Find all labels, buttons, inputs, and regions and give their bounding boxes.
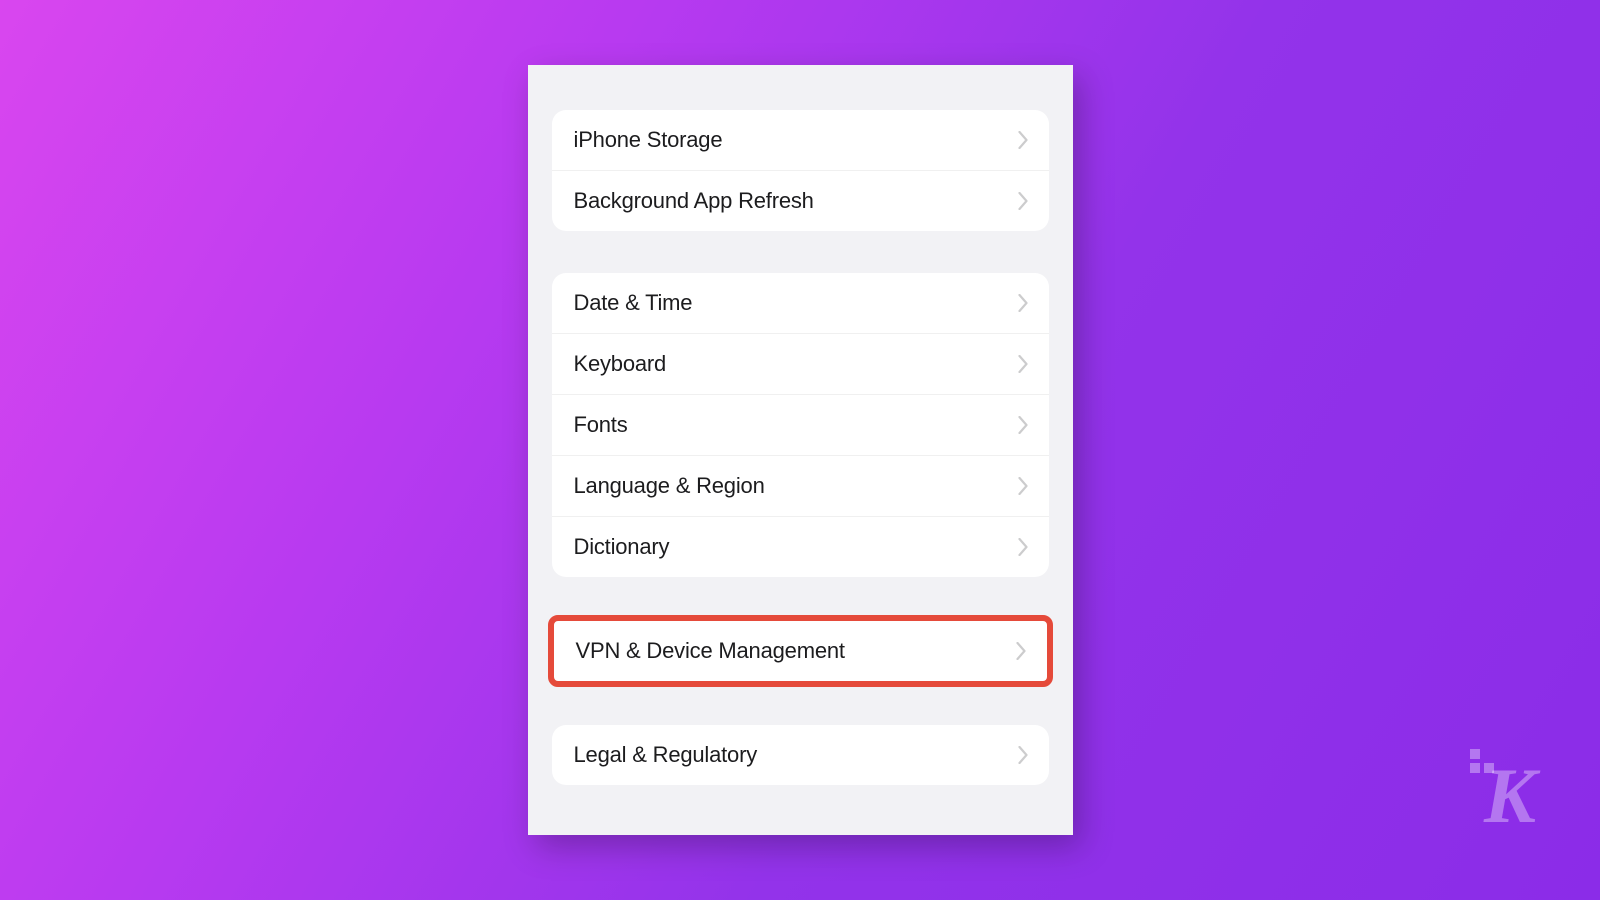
row-legal-regulatory[interactable]: Legal & Regulatory xyxy=(552,725,1049,785)
chevron-right-icon xyxy=(1016,642,1027,660)
row-vpn-device-management[interactable]: VPN & Device Management xyxy=(554,621,1047,681)
watermark: K xyxy=(1484,757,1530,835)
chevron-right-icon xyxy=(1018,355,1029,373)
chevron-right-icon xyxy=(1018,131,1029,149)
settings-group-vpn: VPN & Device Management xyxy=(548,615,1053,687)
row-fonts[interactable]: Fonts xyxy=(552,394,1049,455)
row-label: Language & Region xyxy=(574,473,765,499)
row-dictionary[interactable]: Dictionary xyxy=(552,516,1049,577)
row-label: Legal & Regulatory xyxy=(574,742,758,768)
row-label: Date & Time xyxy=(574,290,693,316)
row-iphone-storage[interactable]: iPhone Storage xyxy=(552,110,1049,170)
row-background-app-refresh[interactable]: Background App Refresh xyxy=(552,170,1049,231)
row-label: VPN & Device Management xyxy=(576,638,845,664)
chevron-right-icon xyxy=(1018,477,1029,495)
row-keyboard[interactable]: Keyboard xyxy=(552,333,1049,394)
row-language-region[interactable]: Language & Region xyxy=(552,455,1049,516)
row-label: Keyboard xyxy=(574,351,667,377)
row-date-time[interactable]: Date & Time xyxy=(552,273,1049,333)
settings-group-storage: iPhone Storage Background App Refresh xyxy=(552,110,1049,231)
chevron-right-icon xyxy=(1018,538,1029,556)
settings-panel: iPhone Storage Background App Refresh Da… xyxy=(528,65,1073,835)
row-label: Fonts xyxy=(574,412,628,438)
chevron-right-icon xyxy=(1018,746,1029,764)
chevron-right-icon xyxy=(1018,294,1029,312)
row-label: iPhone Storage xyxy=(574,127,723,153)
chevron-right-icon xyxy=(1018,192,1029,210)
settings-group-locale: Date & Time Keyboard Fonts Language & Re… xyxy=(552,273,1049,577)
chevron-right-icon xyxy=(1018,416,1029,434)
row-label: Dictionary xyxy=(574,534,670,560)
row-label: Background App Refresh xyxy=(574,188,814,214)
settings-group-legal: Legal & Regulatory xyxy=(552,725,1049,785)
